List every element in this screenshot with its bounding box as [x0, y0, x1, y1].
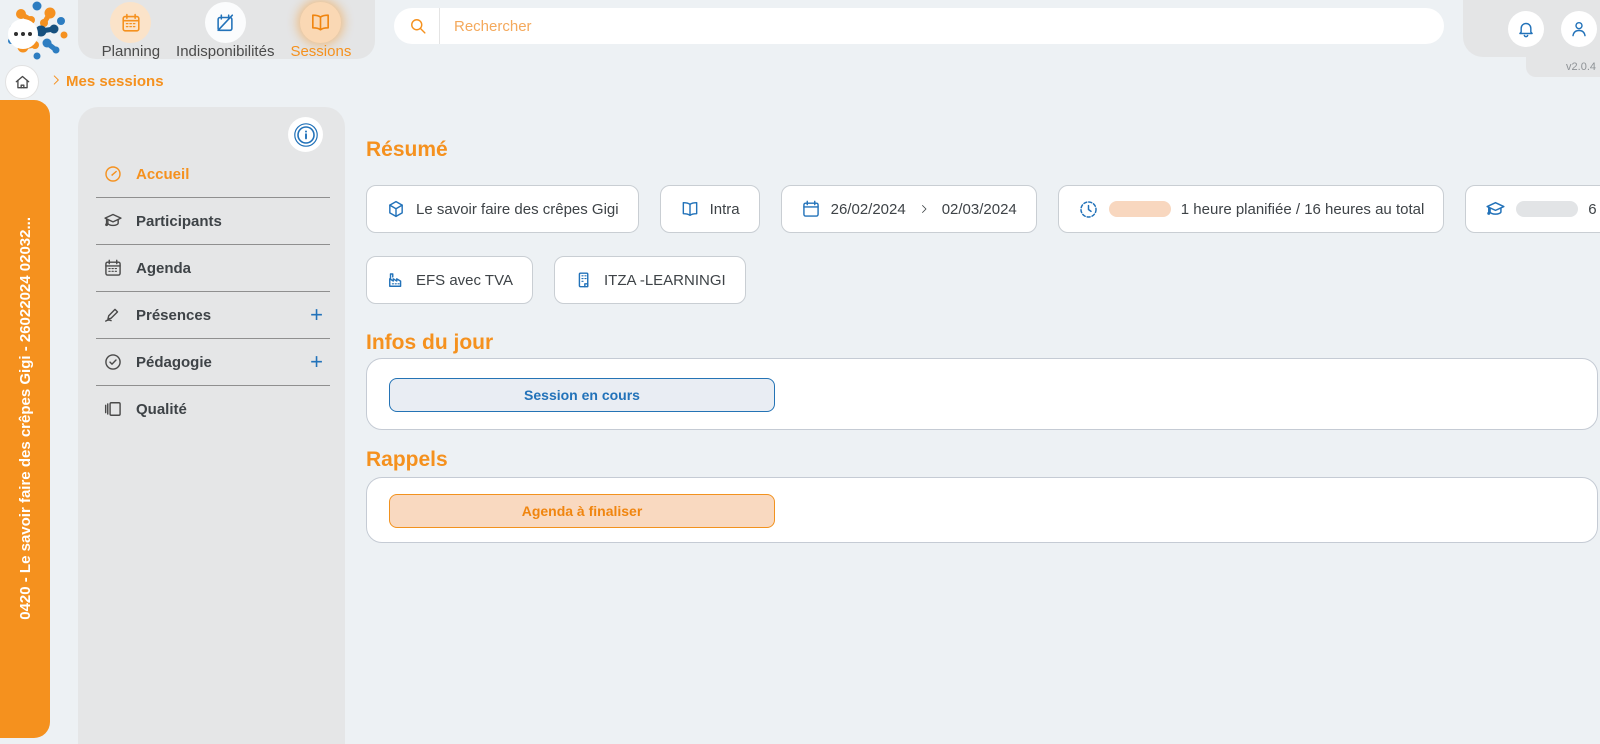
summary-chips-row-1: Le savoir faire des crêpes Gigi Intra 26… [366, 185, 1600, 233]
chip-client: ITZA -LEARNINGI [554, 256, 746, 304]
infos-du-jour-card: Session en cours [366, 358, 1598, 430]
session-sidebar: Accueil Participants Agend [78, 107, 345, 744]
home-icon [13, 73, 32, 92]
date-start: 26/02/2024 [831, 201, 906, 218]
clock-icon [1078, 199, 1099, 220]
sidebar-item-agenda[interactable]: Agenda [78, 245, 345, 291]
notifications-button[interactable] [1508, 11, 1544, 47]
calendar-slash-icon [205, 2, 246, 43]
check-circle-icon [103, 352, 123, 372]
calendar-icon [110, 2, 151, 43]
expand-plus-button[interactable]: + [310, 352, 323, 372]
sidebar-item-label: Qualité [136, 401, 187, 418]
chip-course: Le savoir faire des crêpes Gigi [366, 185, 639, 233]
learners-progress-bar [1516, 201, 1578, 217]
sidebar-item-label: Pédagogie [136, 354, 212, 371]
search-bar [394, 8, 1444, 44]
resume-title: Résumé [366, 138, 448, 162]
chip-learners: 6 apprenants / 6 places [1465, 185, 1600, 233]
sidebar-item-label: Présences [136, 307, 211, 324]
nav-planning-label: Planning [102, 43, 160, 60]
user-button[interactable] [1561, 11, 1597, 47]
gauge-icon [103, 164, 123, 184]
session-en-cours-button[interactable]: Session en cours [389, 378, 775, 412]
summary-chips-row-2: EFS avec TVA ITZA -LEARNINGI [366, 256, 746, 304]
chip-dates: 26/02/2024 02/03/2024 [781, 185, 1037, 233]
rappels-card: Agenda à finaliser [366, 477, 1598, 543]
breadcrumb[interactable]: Mes sessions [66, 73, 164, 90]
sidebar-item-qualite[interactable]: Qualité [78, 386, 345, 432]
learners-label: 6 apprenants / 6 places [1588, 201, 1600, 218]
sidebar-item-participants[interactable]: Participants [78, 198, 345, 244]
open-book-icon [300, 2, 341, 43]
billing-label: EFS avec TVA [416, 272, 513, 289]
session-ribbon-title: 0420 - Le savoir faire des crêpes Gigi -… [17, 217, 34, 620]
chip-billing: EFS avec TVA [366, 256, 533, 304]
infos-du-jour-title: Infos du jour [366, 331, 493, 355]
signature-pen-icon [103, 305, 123, 325]
expand-plus-button[interactable]: + [310, 305, 323, 325]
nav-indisponibilites-label: Indisponibilités [176, 43, 274, 60]
agenda-a-finaliser-button[interactable]: Agenda à finaliser [389, 494, 775, 528]
header-actions [1463, 0, 1600, 57]
session-ribbon-title-wrap: 0420 - Le savoir faire des crêpes Gigi -… [0, 100, 50, 736]
user-icon [1569, 19, 1589, 39]
info-button[interactable] [288, 117, 323, 152]
factory-icon [386, 270, 406, 290]
date-end: 02/03/2024 [942, 201, 1017, 218]
bell-icon [1516, 19, 1536, 39]
cube-icon [386, 199, 406, 219]
course-name: Le savoir faire des crêpes Gigi [416, 201, 619, 218]
graduation-cap-icon [103, 211, 123, 231]
building-icon [574, 270, 594, 290]
hours-label: 1 heure planifiée / 16 heures au total [1181, 201, 1425, 218]
sidebar-menu: Accueil Participants Agend [78, 151, 345, 432]
sidebar-item-presences[interactable]: Présences + [78, 292, 345, 338]
chevron-right-icon [49, 73, 63, 87]
sidebar-item-accueil[interactable]: Accueil [78, 151, 345, 197]
session-menu-button[interactable] [8, 19, 38, 49]
sidebar-item-pedagogie[interactable]: Pédagogie + [78, 339, 345, 385]
top-navigation: Planning Indisponibilités Sessions [78, 0, 375, 59]
session-type: Intra [710, 201, 740, 218]
calendar-icon [103, 258, 123, 278]
nav-sessions-label: Sessions [290, 43, 351, 60]
open-book-icon [680, 199, 700, 219]
hours-progress-bar [1109, 201, 1171, 217]
search-icon [394, 16, 439, 36]
info-icon [293, 122, 319, 148]
nav-indisponibilites[interactable]: Indisponibilités [176, 2, 274, 60]
sidebar-item-label: Participants [136, 213, 222, 230]
sidebar-item-label: Accueil [136, 166, 189, 183]
pages-icon [103, 399, 123, 419]
chevron-right-icon [918, 203, 930, 215]
graduation-cap-icon [1485, 199, 1506, 220]
client-label: ITZA -LEARNINGI [604, 272, 726, 289]
nav-sessions[interactable]: Sessions [290, 2, 351, 60]
calendar-icon [801, 199, 821, 219]
app-version: v2.0.4 [1566, 61, 1596, 73]
search-input[interactable] [440, 18, 1444, 35]
home-button[interactable] [5, 65, 39, 99]
chip-hours: 1 heure planifiée / 16 heures au total [1058, 185, 1445, 233]
nav-planning[interactable]: Planning [102, 2, 160, 60]
sidebar-item-label: Agenda [136, 260, 191, 277]
rappels-title: Rappels [366, 448, 448, 472]
chip-session-type: Intra [660, 185, 760, 233]
